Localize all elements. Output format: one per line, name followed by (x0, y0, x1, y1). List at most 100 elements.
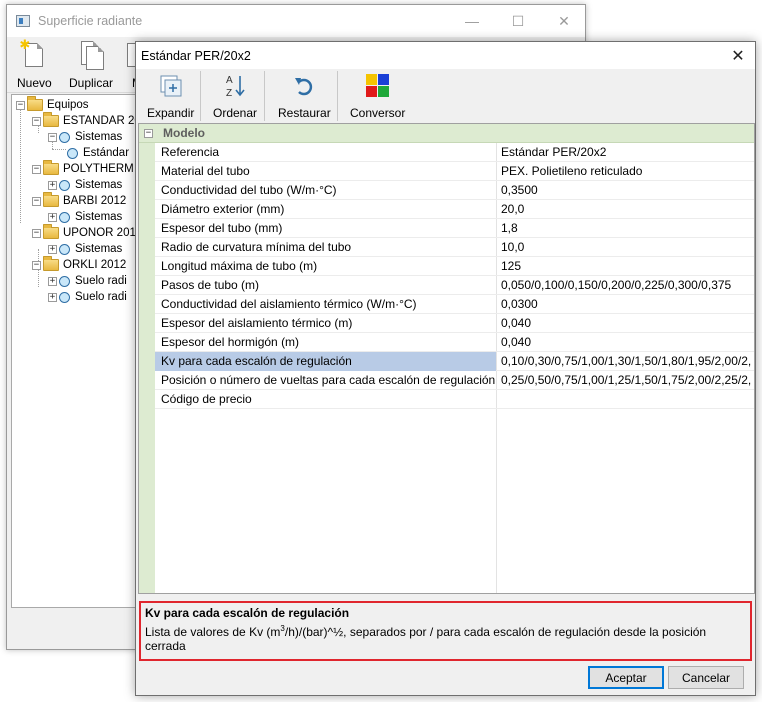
background-window-title: Superficie radiante (38, 14, 143, 28)
property-name: Longitud máxima de tubo (m) (161, 259, 318, 273)
property-name: Posición o número de vueltas para cada e… (161, 373, 496, 387)
property-value[interactable]: 10,0 (497, 238, 754, 257)
tree-node-label: Estándar (83, 147, 130, 159)
toolbar-separator (337, 71, 338, 121)
property-value[interactable]: 125 (497, 257, 754, 276)
collapse-icon[interactable]: − (32, 228, 41, 238)
collapse-icon[interactable]: − (32, 260, 41, 270)
property-row[interactable]: Conductividad del tubo (W/m·°C) 0,3500 (155, 181, 754, 200)
close-icon[interactable]: ✕ (541, 5, 587, 37)
property-row[interactable]: Diámetro exterior (mm) 20,0 (155, 200, 754, 219)
converter-button[interactable]: Conversor (350, 71, 405, 120)
property-row[interactable]: Espesor del aislamiento térmico (m) 0,04… (155, 314, 754, 333)
equipment-tree[interactable]: − Equipos − ESTANDAR 20 − Sistemas Están… (11, 94, 137, 608)
collapse-icon[interactable]: − (32, 164, 41, 174)
property-grid[interactable]: − Modelo Referencia Estándar PER/20x2 Ma… (138, 123, 755, 594)
app-icon (16, 15, 30, 27)
folder-icon (27, 96, 43, 111)
property-value[interactable]: 0,25/0,50/0,75/1,00/1,25/1,50/1,75/2,00/… (497, 371, 754, 390)
category-header[interactable]: − Modelo (139, 124, 754, 143)
property-row[interactable]: Espesor del hormigón (m) 0,040 (155, 333, 754, 352)
accept-button[interactable]: Aceptar (588, 666, 664, 689)
tree-node-label: ORKLI 2012 (63, 259, 127, 271)
property-row[interactable]: Longitud máxima de tubo (m) 125 (155, 257, 754, 276)
property-name: Espesor del tubo (mm) (161, 221, 283, 235)
tree-node-estandar[interactable]: − ESTANDAR 20 (32, 112, 136, 129)
tree-node-label: Sistemas (75, 131, 123, 143)
tree-node-orkli[interactable]: − ORKLI 2012 (32, 256, 127, 273)
property-row[interactable]: Conductividad del aislamiento térmico (W… (155, 295, 754, 314)
property-name: Conductividad del aislamiento térmico (W… (161, 297, 417, 311)
tree-node-suelo-radiante[interactable]: + Suelo radi (48, 289, 127, 305)
tree-node-polytherm[interactable]: − POLYTHERM 2 (32, 160, 136, 177)
tree-node-sistemas[interactable]: + Sistemas (48, 209, 122, 225)
tree-node-sistemas[interactable]: + Sistemas (48, 241, 122, 257)
tree-node-sistemas[interactable]: − Sistemas (48, 129, 122, 145)
collapse-icon[interactable]: − (32, 196, 41, 206)
property-name: Kv para cada escalón de regulación (155, 352, 496, 371)
property-row[interactable]: Espesor del tubo (mm) 1,8 (155, 219, 754, 238)
expand-icon[interactable]: + (48, 292, 57, 302)
property-value[interactable]: 0,040 (497, 314, 754, 333)
tree-node-estandar-system[interactable]: Estándar (67, 145, 129, 161)
tree-node-suelo-radiante[interactable]: + Suelo radi (48, 273, 127, 289)
restore-button[interactable]: Restaurar (278, 71, 331, 120)
property-row[interactable]: Radio de curvatura mínima del tubo 10,0 (155, 238, 754, 257)
minimize-icon[interactable]: — (449, 5, 495, 37)
expand-icon[interactable]: + (48, 276, 57, 286)
property-value[interactable]: 20,0 (497, 200, 754, 219)
expand-icon[interactable]: + (48, 212, 57, 222)
duplicate-button[interactable]: Duplicar (69, 41, 113, 90)
tree-node-sistemas[interactable]: + Sistemas (48, 177, 122, 193)
collapse-icon[interactable]: − (16, 100, 25, 110)
collapse-icon[interactable]: − (48, 132, 57, 142)
property-value[interactable]: 0,050/0,100/0,150/0,200/0,225/0,300/0,37… (497, 276, 754, 295)
property-value[interactable]: Estándar PER/20x2 (497, 143, 754, 162)
property-row[interactable]: Posición o número de vueltas para cada e… (155, 371, 754, 390)
duplicate-document-icon (79, 41, 104, 71)
property-name: Código de precio (161, 392, 252, 406)
property-value[interactable]: 0,040 (497, 333, 754, 352)
collapse-icon[interactable]: − (144, 128, 153, 138)
tree-node-label: Suelo radi (75, 291, 127, 303)
property-row[interactable]: Material del tubo PEX. Polietileno retic… (155, 162, 754, 181)
property-row-selected[interactable]: Kv para cada escalón de regulación 0,10/… (155, 352, 754, 371)
category-label: Modelo (163, 126, 205, 140)
converter-icon (365, 71, 391, 101)
toolbar-separator (200, 71, 201, 121)
new-document-icon: ✱ (19, 37, 46, 71)
property-value[interactable] (497, 390, 754, 409)
tree-node-uponor[interactable]: − UPONOR 2012 (32, 224, 136, 241)
new-button[interactable]: ✱ Nuevo (17, 37, 52, 90)
maximize-icon[interactable]: ☐ (495, 5, 541, 37)
expand-button[interactable]: Expandir (147, 71, 194, 120)
system-icon (59, 275, 70, 287)
expand-icon[interactable]: + (48, 244, 57, 254)
toolbar-separator (264, 71, 265, 121)
folder-icon (43, 256, 59, 271)
property-value[interactable]: 0,3500 (497, 181, 754, 200)
property-row[interactable]: Referencia Estándar PER/20x2 (155, 143, 754, 162)
dialog-title-bar: Estándar PER/20x2 ✕ (136, 42, 755, 69)
property-value[interactable]: PEX. Polietileno reticulado (497, 162, 754, 181)
sort-az-icon: A Z (222, 71, 248, 101)
help-title: Kv para cada escalón de regulación (145, 606, 350, 620)
tree-node-equipos[interactable]: − Equipos (16, 96, 89, 113)
expand-icon[interactable]: + (48, 180, 57, 190)
sort-button[interactable]: A Z Ordenar (213, 71, 257, 120)
property-name: Espesor del hormigón (m) (161, 335, 300, 349)
property-value[interactable]: 0,10/0,30/0,75/1,00/1,30/1,50/1,80/1,95/… (497, 352, 754, 371)
converter-button-label: Conversor (350, 106, 406, 120)
close-icon[interactable]: ✕ (721, 42, 755, 69)
property-row[interactable]: Pasos de tubo (m) 0,050/0,100/0,150/0,20… (155, 276, 754, 295)
property-value[interactable]: 0,0300 (497, 295, 754, 314)
property-value[interactable]: 1,8 (497, 219, 754, 238)
property-row[interactable]: Código de precio (155, 390, 754, 409)
tree-node-label: Sistemas (75, 243, 123, 255)
property-name: Radio de curvatura mínima del tubo (161, 240, 352, 254)
cancel-button[interactable]: Cancelar (668, 666, 744, 689)
new-button-label: Nuevo (17, 76, 52, 90)
tree-node-barbi[interactable]: − BARBI 2012 (32, 192, 126, 209)
restore-icon (291, 71, 317, 101)
collapse-icon[interactable]: − (32, 116, 41, 126)
